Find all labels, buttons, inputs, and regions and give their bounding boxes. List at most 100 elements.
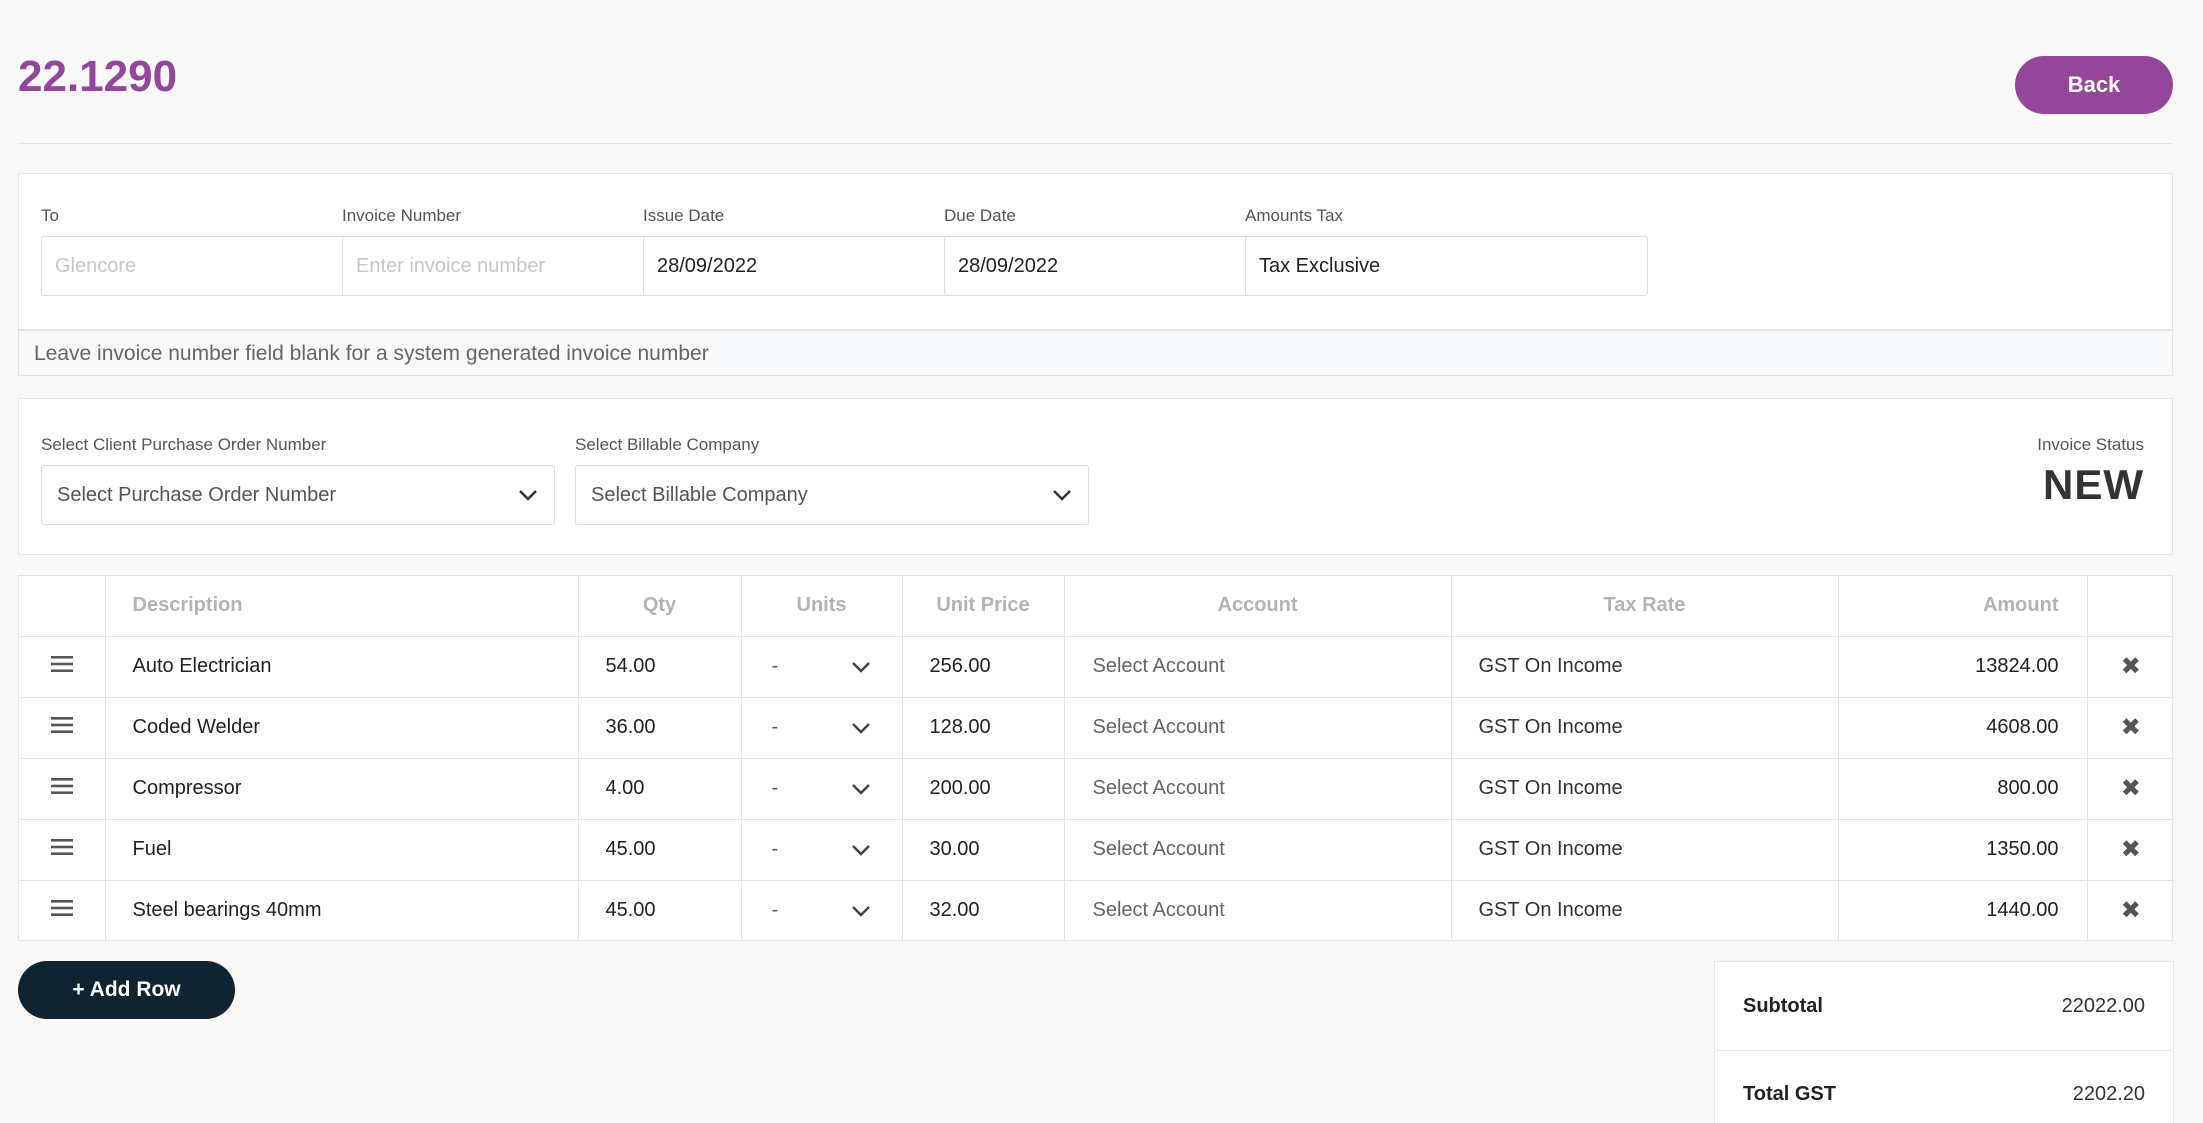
delete-icon[interactable]: ✖	[2121, 836, 2141, 863]
delete-row-cell[interactable]: ✖	[2087, 635, 2174, 697]
drag-handle-cell[interactable]	[19, 757, 106, 819]
qty-cell[interactable]: 4.00	[578, 757, 742, 819]
drag-handle-icon[interactable]	[50, 900, 73, 917]
chevron-down-icon	[851, 661, 870, 673]
tax-rate-select[interactable]: GST On Income	[1451, 696, 1839, 758]
description-cell[interactable]: Steel bearings 40mm	[105, 879, 579, 941]
qty-cell[interactable]: 54.00	[578, 635, 742, 697]
amount-cell: 800.00	[1838, 757, 2088, 819]
tax-rate-select[interactable]: GST On Income	[1451, 879, 1839, 941]
account-select[interactable]: Select Account	[1064, 696, 1452, 758]
chevron-down-icon	[851, 722, 870, 734]
description-cell[interactable]: Compressor	[105, 757, 579, 819]
delete-icon[interactable]: ✖	[2121, 775, 2141, 802]
purchase-order-label: Select Client Purchase Order Number	[41, 435, 327, 454]
total-gst-row: Total GST 2202.20	[1715, 1050, 2173, 1123]
chevron-down-icon	[1053, 490, 1071, 501]
amount-cell: 13824.00	[1838, 635, 2088, 697]
delete-row-cell[interactable]: ✖	[2087, 696, 2174, 758]
billable-company-group: Select Billable Company Select Billable …	[575, 435, 1089, 525]
units-select[interactable]: -	[741, 635, 903, 697]
account-select[interactable]: Select Account	[1064, 818, 1452, 880]
account-select[interactable]: Select Account	[1064, 635, 1452, 697]
table-row: Compressor 4.00 - 200.00 Select Account …	[19, 757, 2174, 819]
amount-header: Amount	[1838, 576, 2088, 636]
unit-price-cell[interactable]: 256.00	[902, 635, 1065, 697]
purchase-order-group: Select Client Purchase Order Number Sele…	[41, 435, 555, 525]
delete-row-cell[interactable]: ✖	[2087, 818, 2174, 880]
tax-rate-header: Tax Rate	[1451, 576, 1839, 636]
description-cell[interactable]: Auto Electrician	[105, 635, 579, 697]
units-select[interactable]: -	[741, 879, 903, 941]
qty-header: Qty	[578, 576, 742, 636]
unit-price-cell[interactable]: 30.00	[902, 818, 1065, 880]
chevron-down-icon	[851, 783, 870, 795]
drag-handle-icon[interactable]	[50, 717, 73, 733]
drag-handle-icon[interactable]	[50, 778, 73, 794]
table-row: Steel bearings 40mm 45.00 - 32.00 Select…	[19, 879, 2174, 941]
subtotal-label: Subtotal	[1743, 994, 1823, 1017]
units-select[interactable]: -	[741, 818, 903, 880]
drag-handle-icon[interactable]	[50, 656, 73, 672]
delete-row-cell[interactable]: ✖	[2087, 757, 2174, 819]
billable-company-value: Select Billable Company	[591, 483, 808, 506]
subtotal-value: 22022.00	[2061, 994, 2145, 1017]
delete-row-cell[interactable]: ✖	[2087, 879, 2174, 941]
table-row: Coded Welder 36.00 - 128.00 Select Accou…	[19, 696, 2174, 758]
unit-price-cell[interactable]: 128.00	[902, 696, 1065, 758]
account-header: Account	[1064, 576, 1452, 636]
drag-handle-cell[interactable]	[19, 879, 106, 941]
back-button[interactable]: Back	[2015, 56, 2173, 114]
table-row: Auto Electrician 54.00 - 256.00 Select A…	[19, 635, 2174, 697]
drag-handle-cell[interactable]	[19, 696, 106, 758]
chevron-down-icon	[851, 905, 870, 917]
add-row-button[interactable]: + Add Row	[18, 961, 235, 1019]
delete-icon[interactable]: ✖	[2121, 714, 2141, 741]
description-cell[interactable]: Coded Welder	[105, 696, 579, 758]
account-select[interactable]: Select Account	[1064, 879, 1452, 941]
chevron-down-icon	[519, 490, 537, 501]
units-value: -	[771, 716, 779, 738]
billable-company-select[interactable]: Select Billable Company	[575, 465, 1089, 525]
line-items-table: Description Qty Units Unit Price Account…	[18, 575, 2174, 941]
invoice-page: 22.1290 Back To Invoice Number Issue Dat…	[0, 0, 2203, 1123]
billable-company-label: Select Billable Company	[575, 435, 760, 454]
amounts-tax-field[interactable]	[1245, 236, 1648, 296]
drag-handle-cell[interactable]	[19, 818, 106, 880]
tax-rate-select[interactable]: GST On Income	[1451, 635, 1839, 697]
chevron-down-icon	[851, 844, 870, 856]
tax-rate-select[interactable]: GST On Income	[1451, 757, 1839, 819]
description-cell[interactable]: Fuel	[105, 818, 579, 880]
unit-price-cell[interactable]: 32.00	[902, 879, 1065, 941]
amount-cell: 1350.00	[1838, 818, 2088, 880]
tax-rate-select[interactable]: GST On Income	[1451, 818, 1839, 880]
purchase-order-select[interactable]: Select Purchase Order Number	[41, 465, 555, 525]
total-gst-value: 2202.20	[2072, 1083, 2145, 1105]
invoice-status: Invoice Status NEW	[2037, 435, 2144, 509]
amounts-tax-label: Amounts Tax	[1245, 206, 1343, 225]
units-select[interactable]: -	[741, 757, 903, 819]
amounts-tax-field-group: Amounts Tax	[1245, 206, 1648, 296]
description-header: Description	[105, 576, 579, 636]
units-header: Units	[741, 576, 903, 636]
table-header-row: Description Qty Units Unit Price Account…	[19, 576, 2174, 636]
units-value: -	[771, 777, 779, 799]
page-title: 22.1290	[18, 52, 178, 101]
account-select[interactable]: Select Account	[1064, 757, 1452, 819]
purchase-order-value: Select Purchase Order Number	[57, 483, 337, 506]
total-gst-label: Total GST	[1743, 1083, 1836, 1105]
drag-handle-icon[interactable]	[50, 839, 73, 855]
qty-cell[interactable]: 45.00	[578, 818, 742, 880]
qty-cell[interactable]: 36.00	[578, 696, 742, 758]
qty-cell[interactable]: 45.00	[578, 879, 742, 941]
drag-handle-cell[interactable]	[19, 635, 106, 697]
delete-icon[interactable]: ✖	[2121, 653, 2141, 680]
units-value: -	[771, 899, 779, 922]
units-select[interactable]: -	[741, 696, 903, 758]
invoice-number-note: Leave invoice number field blank for a s…	[18, 330, 2173, 376]
unit-price-cell[interactable]: 200.00	[902, 757, 1065, 819]
handle-header	[19, 576, 106, 636]
delete-icon[interactable]: ✖	[2121, 897, 2141, 924]
note-text: Leave invoice number field blank for a s…	[34, 342, 709, 365]
table-row: Fuel 45.00 - 30.00 Select Account GST On…	[19, 818, 2174, 880]
